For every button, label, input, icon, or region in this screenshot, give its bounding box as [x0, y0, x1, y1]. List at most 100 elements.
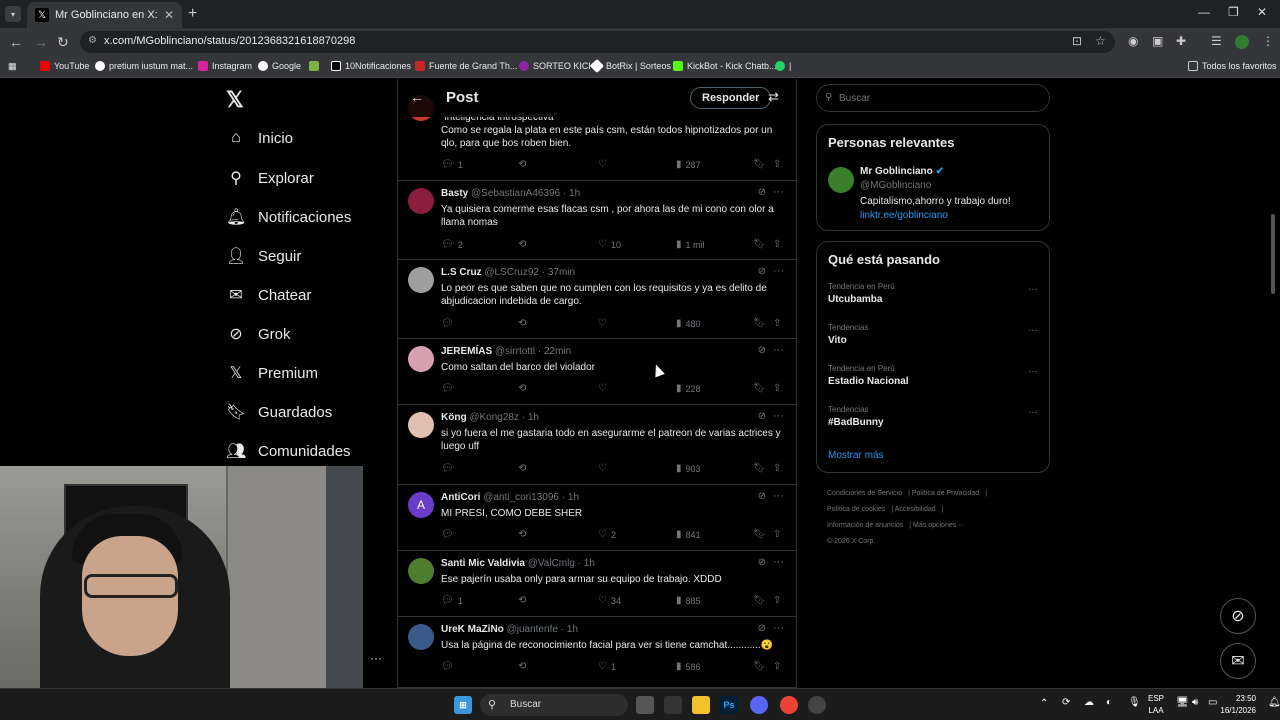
more-icon[interactable]: ··· [370, 651, 382, 665]
nav-comunidades[interactable]: 👥︎ Comunidades [226, 441, 351, 461]
reply-tweet[interactable]: UreK MaZiNo @juantenfe · 1h ⊘ ··· Usa la… [398, 617, 796, 688]
share-action[interactable]: ⇧ [773, 529, 785, 540]
author-handle[interactable]: @Kong28z · 1h [469, 412, 539, 423]
grok-icon[interactable]: ⊘ [758, 345, 766, 356]
more-icon[interactable]: ··· [1028, 366, 1038, 377]
grok-fab-icon[interactable]: ⊘ [1220, 598, 1256, 634]
tray-icon[interactable]: ⟳ [1062, 697, 1070, 708]
author-handle[interactable]: @LSCruz92 · 37min [484, 267, 575, 278]
reply-action[interactable]: 💬︎ 1 [441, 159, 463, 170]
network-icon[interactable]: 🖥︎ [1176, 697, 1189, 708]
bookmark-instagram[interactable]: Instagram [198, 61, 252, 71]
filter-icon[interactable]: ⇄ [768, 89, 779, 105]
nav-notificaciones[interactable]: 🔔︎ Notificaciones [226, 207, 351, 227]
tray-icon[interactable]: ☁ [1084, 697, 1094, 708]
photoshop-icon[interactable]: Ps [720, 696, 738, 714]
author-name[interactable]: Basty [441, 188, 468, 199]
trend-item[interactable]: Tendencia en Perú Utcubamba ··· [828, 282, 1038, 305]
views-action[interactable]: ▮ 287 [676, 159, 701, 170]
grok-icon[interactable]: ⊘ [758, 187, 766, 198]
grok-icon[interactable]: ⊘ [758, 266, 766, 277]
profile-link[interactable]: linktr.ee/goblinciano [860, 210, 948, 221]
taskbar-search[interactable]: ⚲ Buscar [480, 694, 628, 716]
reply-tweet[interactable]: Köng @Kong28z · 1h ⊘ ··· si yo fuera el … [398, 405, 796, 485]
repost-action[interactable]: ⟲ [518, 595, 530, 606]
scrollbar-thumb[interactable] [1271, 214, 1275, 294]
bookmark-icon-only[interactable] [309, 61, 323, 71]
apps-grid-icon[interactable]: ▦ [8, 61, 17, 72]
bookmark-whatsapp[interactable]: | [775, 61, 791, 71]
nav-inicio[interactable]: ⌂ Inicio [226, 129, 293, 147]
bookmark-botrix[interactable]: BotRix | Sorteos [589, 58, 671, 74]
share-action[interactable]: ⇧ [773, 318, 785, 329]
share-action[interactable]: ⇧ [773, 595, 785, 606]
footer-link[interactable]: Accesibilidad [895, 506, 936, 513]
language-indicator[interactable]: ESP LAA [1148, 693, 1164, 717]
repost-action[interactable]: ⟲ [518, 159, 530, 170]
avatar[interactable] [408, 558, 434, 584]
more-icon[interactable]: ··· [773, 265, 784, 277]
search-input[interactable]: ⚲ Buscar [816, 84, 1050, 112]
bookmark-kickbot[interactable]: KickBot - Kick Chatb... [673, 61, 777, 71]
author-handle[interactable]: @juantenfe · 1h [507, 624, 578, 635]
reply-action[interactable]: 💬︎ [441, 318, 458, 329]
more-icon[interactable]: ··· [773, 556, 784, 568]
battery-icon[interactable]: ▭ [1208, 697, 1217, 708]
repost-action[interactable]: ⟲ [518, 383, 530, 394]
views-action[interactable]: ▮ 1 mil [676, 239, 705, 250]
more-icon[interactable]: ··· [1028, 325, 1038, 336]
reply-action[interactable]: 💬︎ [441, 529, 458, 540]
notifications-icon[interactable]: 🔔︎ [1268, 697, 1280, 708]
bookmark-action[interactable]: 🔖︎ [753, 383, 770, 394]
chrome-menu-icon[interactable]: ⋮ [1262, 34, 1274, 48]
task-view-icon[interactable] [636, 696, 654, 714]
author-name[interactable]: AntiCori [441, 492, 480, 503]
extension-icon[interactable]: ◉ [1128, 34, 1138, 48]
footer-link[interactable]: Condiciones de Servicio [827, 490, 902, 497]
messages-fab-icon[interactable]: ✉ [1220, 643, 1256, 679]
grok-icon[interactable]: ⊘ [758, 557, 766, 568]
author-name[interactable]: L.S Cruz [441, 267, 482, 278]
bookmark-action[interactable]: 🔖︎ [753, 529, 770, 540]
share-action[interactable]: ⇧ [773, 463, 785, 474]
grok-icon[interactable]: ⊘ [758, 411, 766, 422]
nav-explorar[interactable]: ⚲ Explorar [226, 168, 314, 188]
trend-item[interactable]: Tendencias Vito ··· [828, 323, 1038, 346]
all-bookmarks[interactable]: Todos los favoritos [1188, 61, 1277, 71]
start-menu-icon[interactable]: ⊞ [454, 696, 472, 714]
reply-tweet[interactable]: JEREMÍAS @sirrtottl · 22min ⊘ ··· Como s… [398, 339, 796, 405]
footer-link[interactable]: Política de Privacidad [912, 490, 979, 497]
bookmark-action[interactable]: 🔖︎ [753, 159, 770, 170]
back-arrow-icon[interactable]: ← [410, 89, 424, 105]
extension-icon[interactable]: ▣ [1152, 34, 1163, 48]
author-handle[interactable]: @SebastianA46396 · 1h [471, 188, 580, 199]
reply-button[interactable]: Responder [690, 87, 772, 109]
reply-action[interactable]: 💬︎ 1 [441, 595, 463, 606]
site-info-icon[interactable]: ⚙ [88, 35, 97, 46]
like-action[interactable]: ♡ 2 [598, 529, 616, 540]
bookmark-pretium[interactable]: pretium iustum mat... [95, 61, 193, 71]
bookmark-star-icon[interactable]: ☆ [1095, 34, 1106, 48]
nav-seguir[interactable]: 👤︎ Seguir [226, 246, 301, 266]
reply-tweet[interactable]: Santi Mic Valdivia @ValCmlg · 1h ⊘ ··· E… [398, 551, 796, 617]
repost-action[interactable]: ⟲ [518, 529, 530, 540]
like-action[interactable]: ♡ [598, 159, 611, 170]
reply-tweet[interactable]: L.S Cruz @LSCruz92 · 37min ⊘ ··· Lo peor… [398, 260, 796, 339]
profile-handle[interactable]: @MGoblinciano [860, 180, 931, 191]
share-action[interactable]: ⇧ [773, 383, 785, 394]
share-action[interactable]: ⇧ [773, 661, 785, 672]
like-action[interactable]: ♡ 1 [598, 661, 616, 672]
nav-premium[interactable]: 𝕏 Premium [226, 363, 318, 383]
like-action[interactable]: ♡ [598, 383, 611, 394]
footer-link[interactable]: Política de cookies [827, 506, 885, 513]
forward-arrow-icon[interactable]: → [34, 34, 48, 50]
profile-name[interactable]: Mr Goblinciano ✔ [860, 166, 944, 177]
author-handle[interactable]: @sirrtottl · 22min [495, 346, 571, 357]
reload-icon[interactable]: ↻ [57, 34, 69, 51]
author-handle[interactable]: @anti_cori13096 · 1h [483, 492, 579, 503]
bookmark-action[interactable]: 🔖︎ [753, 463, 770, 474]
bookmark-action[interactable]: 🔖︎ [753, 661, 770, 672]
views-action[interactable]: ▮ 841 [676, 529, 701, 540]
footer-link[interactable]: Información de anuncios [827, 522, 903, 529]
reply-action[interactable]: 💬︎ [441, 383, 458, 394]
